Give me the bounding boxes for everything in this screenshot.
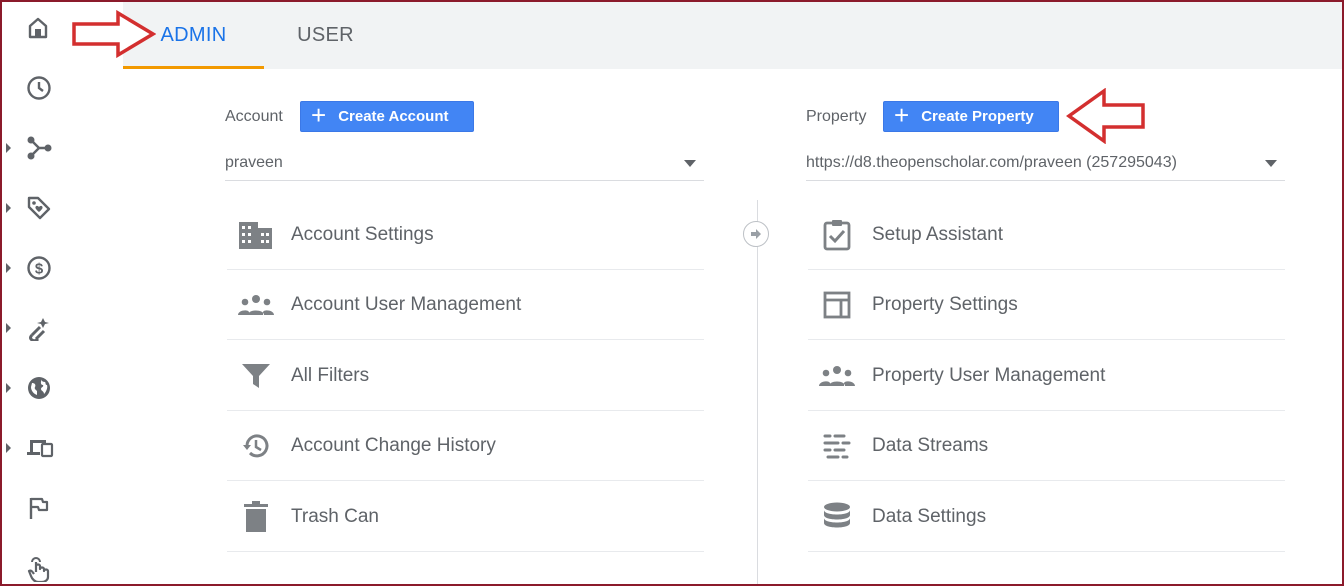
clipboard-check-icon: [818, 219, 856, 251]
magnet-icon: [29, 318, 49, 341]
account-user-management-link[interactable]: Account User Management: [227, 270, 704, 340]
account-change-history-link[interactable]: Account Change History: [227, 411, 704, 481]
property-settings-label: Property Settings: [872, 293, 1018, 315]
create-property-label: Create Property: [921, 108, 1034, 125]
nav-tech[interactable]: [2, 428, 123, 468]
touch-icon: [27, 557, 50, 582]
dropdown-arrow-icon: [1265, 160, 1277, 167]
nav-retention[interactable]: [2, 308, 123, 348]
expand-caret-icon: [6, 143, 11, 153]
account-settings-label: Account Settings: [291, 223, 434, 245]
data-streams-label: Data Streams: [872, 434, 989, 456]
column-divider: [757, 200, 758, 584]
devices-icon: [27, 440, 54, 458]
svg-text:$: $: [35, 261, 44, 278]
expand-caret-icon: [6, 203, 11, 213]
data-settings-label: Data Settings: [872, 505, 987, 527]
expand-caret-icon: [6, 263, 11, 273]
account-selector[interactable]: praveen: [225, 145, 704, 181]
building-icon: [237, 220, 275, 250]
streams-icon: [818, 433, 856, 459]
account-change-history-label: Account Change History: [291, 434, 496, 456]
property-label: Property: [806, 108, 867, 125]
trash-can-link[interactable]: Trash Can: [227, 482, 704, 552]
home-icon: [28, 17, 48, 39]
nav-demographics[interactable]: [2, 368, 123, 408]
expand-caret-icon: [6, 443, 11, 453]
nav-events[interactable]: [2, 488, 123, 528]
people-icon: [818, 365, 856, 387]
nav-engagement[interactable]: [2, 188, 123, 228]
account-label: Account: [225, 108, 283, 125]
create-property-button[interactable]: + Create Property: [883, 101, 1059, 132]
all-filters-link[interactable]: All Filters: [227, 341, 704, 411]
data-streams-link[interactable]: Data Streams: [808, 411, 1285, 481]
dropdown-arrow-icon: [684, 160, 696, 167]
account-settings-link[interactable]: Account Settings: [227, 200, 704, 270]
filter-icon: [237, 363, 275, 389]
nav-monetization[interactable]: $: [2, 248, 123, 288]
data-settings-link[interactable]: Data Settings: [808, 482, 1285, 552]
expand-caret-icon: [6, 383, 11, 393]
clock-icon: [27, 76, 51, 100]
property-selector[interactable]: https://d8.theopenscholar.com/praveen (2…: [806, 145, 1285, 181]
annotation-arrow-left-icon: [1066, 88, 1145, 144]
setup-assistant-label: Setup Assistant: [872, 223, 1003, 245]
plus-icon: +: [311, 100, 327, 130]
people-icon: [237, 294, 275, 316]
nav-acquisition[interactable]: [2, 128, 123, 168]
dollar-icon: $: [27, 256, 51, 280]
share-icon: [27, 136, 52, 160]
all-filters-label: All Filters: [291, 364, 370, 386]
flag-icon: [29, 497, 49, 519]
property-user-management-label: Property User Management: [872, 364, 1106, 386]
expand-caret-icon: [6, 323, 11, 333]
create-account-label: Create Account: [338, 108, 449, 125]
nav-realtime[interactable]: [2, 68, 123, 108]
globe-icon: [28, 377, 50, 399]
tab-user[interactable]: USER: [264, 2, 387, 69]
database-icon: [818, 502, 856, 532]
property-user-management-link[interactable]: Property User Management: [808, 341, 1285, 411]
property-selected-value: https://d8.theopenscholar.com/praveen (2…: [806, 153, 1177, 171]
forward-arrow-icon: [743, 221, 769, 247]
history-icon: [237, 432, 275, 460]
account-user-management-label: Account User Management: [291, 293, 522, 315]
trash-can-label: Trash Can: [291, 505, 379, 527]
annotation-arrow-right-icon: [72, 10, 156, 58]
account-selected-value: praveen: [225, 153, 283, 171]
left-nav: $: [2, 2, 123, 584]
layout-icon: [818, 291, 856, 319]
nav-explore[interactable]: [2, 548, 123, 588]
trash-icon: [237, 500, 275, 533]
property-settings-link[interactable]: Property Settings: [808, 270, 1285, 340]
admin-tab-bar: ADMIN USER: [123, 2, 1342, 69]
create-account-button[interactable]: + Create Account: [300, 101, 474, 132]
tag-icon: [27, 196, 51, 220]
plus-icon: +: [894, 100, 910, 130]
setup-assistant-link[interactable]: Setup Assistant: [808, 200, 1285, 270]
